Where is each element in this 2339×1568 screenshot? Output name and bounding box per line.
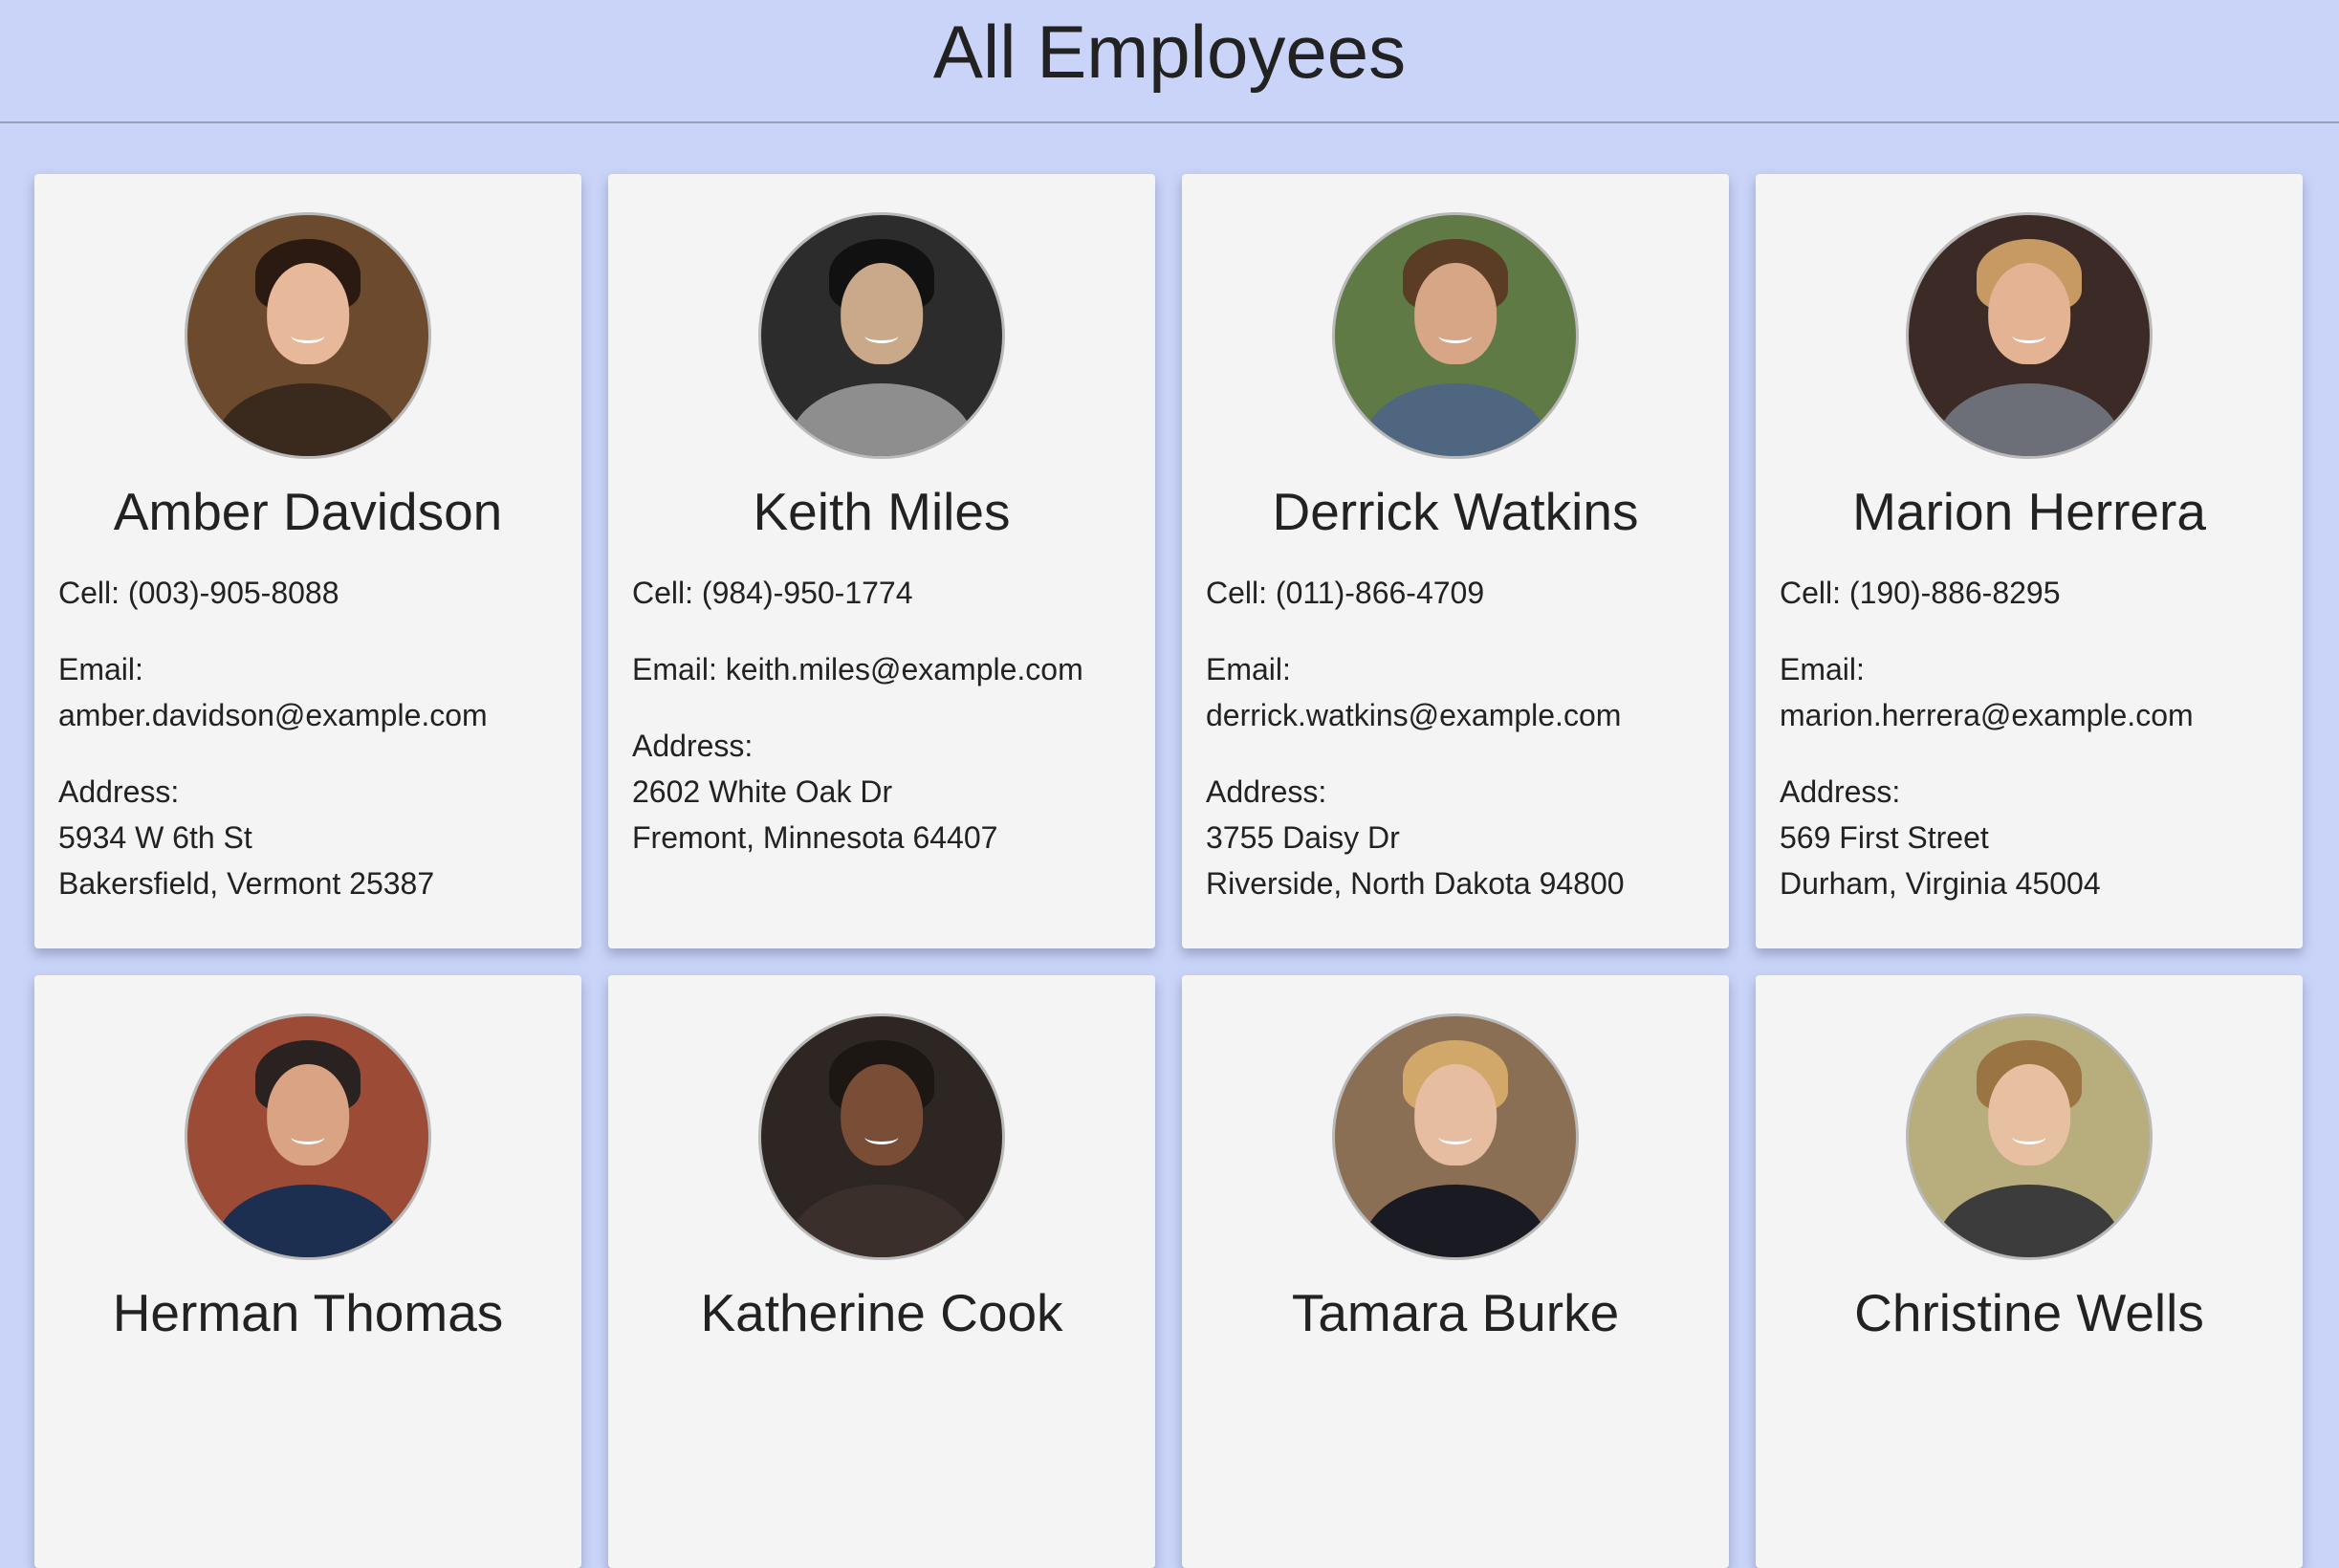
avatar-face <box>1414 263 1497 365</box>
address-line2: Fremont, Minnesota 64407 <box>632 820 998 855</box>
employee-card: Tamara Burke <box>1182 975 1729 1568</box>
avatar-smile <box>864 328 899 344</box>
employee-email: Email: amber.davidson@example.com <box>58 646 557 738</box>
employee-grid: Amber Davidson Cell: (003)-905-8088 Emai… <box>0 123 2339 1568</box>
address-label: Address: <box>1780 774 1901 809</box>
employee-card: Christine Wells <box>1756 975 2303 1568</box>
employee-name: Christine Wells <box>1854 1283 2204 1342</box>
employee-name: Amber Davidson <box>113 482 503 541</box>
employee-name: Marion Herrera <box>1852 482 2206 541</box>
address-line2: Bakersfield, Vermont 25387 <box>58 866 435 901</box>
employee-cell: Cell: (190)-886-8295 <box>1780 576 2061 610</box>
employee-card: Marion Herrera Cell: (190)-886-8295 Emai… <box>1756 174 2303 948</box>
address-label: Address: <box>58 774 180 809</box>
page-header: All Employees <box>0 0 2339 123</box>
employee-address: Address: 2602 White Oak Dr Fremont, Minn… <box>632 723 1131 860</box>
avatar <box>185 1013 431 1260</box>
address-label: Address: <box>632 729 754 763</box>
employee-card: Katherine Cook <box>608 975 1155 1568</box>
avatar-smile <box>2012 328 2046 344</box>
employee-info: Cell: (011)-866-4709 Email: derrick.watk… <box>1206 570 1705 906</box>
employee-info: Cell: (984)-950-1774 Email: keith.miles@… <box>632 570 1131 860</box>
employee-name: Herman Thomas <box>112 1283 504 1342</box>
email-label: Email: <box>1206 652 1291 686</box>
employee-info: Cell: (003)-905-8088 Email: amber.davids… <box>58 570 557 906</box>
address-line1: 2602 White Oak Dr <box>632 774 893 809</box>
avatar-smile <box>2012 1129 2046 1145</box>
avatar-body <box>1937 1185 2121 1257</box>
employee-address: Address: 5934 W 6th St Bakersfield, Verm… <box>58 769 557 906</box>
employee-address: Address: 3755 Daisy Dr Riverside, North … <box>1206 769 1705 906</box>
avatar-body <box>1364 383 1547 456</box>
avatar-body <box>790 1185 973 1257</box>
employee-name: Derrick Watkins <box>1272 482 1639 541</box>
avatar-face <box>1414 1064 1497 1166</box>
avatar-face <box>1988 1064 2070 1166</box>
page-title: All Employees <box>932 10 1407 94</box>
email-label: Email: <box>1780 652 1865 686</box>
employee-card: Derrick Watkins Cell: (011)-866-4709 Ema… <box>1182 174 1729 948</box>
employee-card: Keith Miles Cell: (984)-950-1774 Email: … <box>608 174 1155 948</box>
avatar <box>1906 212 2153 459</box>
avatar <box>185 212 431 459</box>
email-value: amber.davidson@example.com <box>58 698 488 732</box>
avatar-smile <box>1438 1129 1473 1145</box>
address-line1: 3755 Daisy Dr <box>1206 820 1400 855</box>
employee-cell: Cell: (011)-866-4709 <box>1206 576 1485 610</box>
address-label: Address: <box>1206 774 1327 809</box>
avatar-face <box>841 263 923 365</box>
avatar-face <box>841 1064 923 1166</box>
avatar-body <box>1364 1185 1547 1257</box>
employee-name: Keith Miles <box>753 482 1011 541</box>
avatar <box>1332 212 1579 459</box>
avatar-face <box>267 263 349 365</box>
address-line2: Durham, Virginia 45004 <box>1780 866 2101 901</box>
avatar-face <box>1988 263 2070 365</box>
employee-card: Herman Thomas <box>34 975 581 1568</box>
avatar <box>758 212 1005 459</box>
employee-email: Email: marion.herrera@example.com <box>1780 646 2279 738</box>
employee-cell: Cell: (984)-950-1774 <box>632 576 913 610</box>
avatar-body <box>216 383 400 456</box>
avatar-smile <box>1438 328 1473 344</box>
address-line1: 5934 W 6th St <box>58 820 252 855</box>
avatar <box>1332 1013 1579 1260</box>
avatar <box>758 1013 1005 1260</box>
avatar-body <box>1937 383 2121 456</box>
email-value: keith.miles@example.com <box>725 652 1083 686</box>
address-line2: Riverside, North Dakota 94800 <box>1206 866 1625 901</box>
avatar-smile <box>291 328 325 344</box>
avatar-smile <box>291 1129 325 1145</box>
email-value: marion.herrera@example.com <box>1780 698 2194 732</box>
employee-address: Address: 569 First Street Durham, Virgin… <box>1780 769 2279 906</box>
avatar <box>1906 1013 2153 1260</box>
employee-email: Email: keith.miles@example.com <box>632 646 1131 692</box>
email-value: derrick.watkins@example.com <box>1206 698 1622 732</box>
employee-card: Amber Davidson Cell: (003)-905-8088 Emai… <box>34 174 581 948</box>
employee-name: Tamara Burke <box>1291 1283 1620 1342</box>
email-label: Email: <box>632 652 717 686</box>
avatar-smile <box>864 1129 899 1145</box>
employee-email: Email: derrick.watkins@example.com <box>1206 646 1705 738</box>
employee-info: Cell: (190)-886-8295 Email: marion.herre… <box>1780 570 2279 906</box>
avatar-face <box>267 1064 349 1166</box>
address-line1: 569 First Street <box>1780 820 1989 855</box>
employee-name: Katherine Cook <box>700 1283 1063 1342</box>
avatar-body <box>216 1185 400 1257</box>
employee-cell: Cell: (003)-905-8088 <box>58 576 339 610</box>
avatar-body <box>790 383 973 456</box>
email-label: Email: <box>58 652 143 686</box>
